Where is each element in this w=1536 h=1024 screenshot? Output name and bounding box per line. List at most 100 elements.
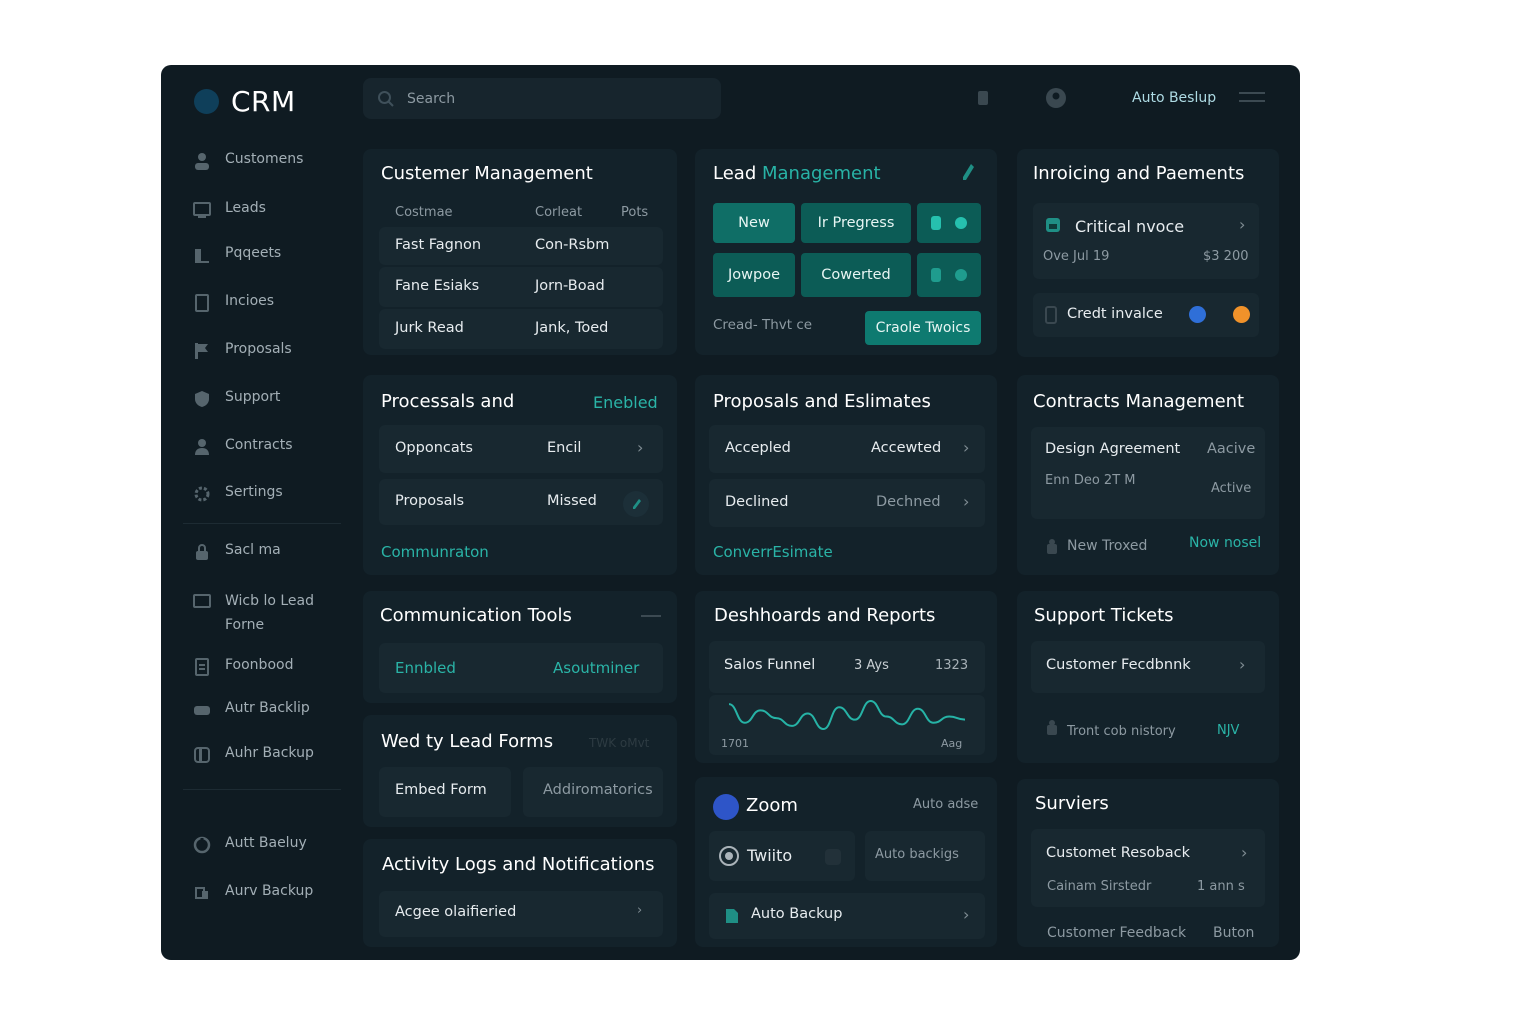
sidebar-item-auto-backup-3[interactable]: Autt Baeluy — [193, 835, 307, 854]
chevron-right-icon: › — [637, 903, 643, 918]
brand[interactable]: CRM — [194, 85, 296, 118]
card-title: Processals and — [381, 391, 515, 412]
survey-footer-button[interactable]: Buton — [1213, 925, 1254, 941]
search-input[interactable]: Search — [363, 78, 721, 119]
sidebar-item-auto-backup-2[interactable]: Auhr Backup — [193, 745, 314, 764]
ticket-history-label: Tront cob nistory — [1067, 724, 1176, 739]
invoice-item[interactable]: Credt invalce — [1033, 293, 1259, 337]
survey-title: Customet Resoback — [1046, 845, 1190, 861]
collapse-icon[interactable] — [641, 615, 661, 617]
edit-icon[interactable] — [961, 163, 975, 181]
x-tick-label: Aag — [941, 737, 963, 750]
item-label: Proposals — [395, 493, 465, 509]
lead-caption: Cread- Thvt ce — [713, 317, 813, 333]
cell: Fast Fagnon — [395, 237, 482, 253]
report-row[interactable]: Salos Funnel 3 Ays 1323 — [709, 641, 985, 693]
thumb-icon — [931, 268, 941, 282]
contract-footer-link[interactable]: Now nosel — [1189, 535, 1261, 551]
sidebar-item-leads[interactable]: Leads — [193, 200, 266, 219]
communication-link[interactable]: Communraton — [381, 543, 489, 561]
brand-name: CRM — [231, 85, 296, 118]
communication-card: Communication Tools Ennbled Asoutminer — [363, 591, 677, 703]
table-row[interactable]: Jurk Read Jank, Toed — [379, 309, 663, 349]
card-title: Wed ty Lead Forms — [381, 731, 554, 752]
sales-funnel-line — [728, 699, 966, 731]
sidebar-item-support[interactable]: Support — [193, 389, 280, 408]
create-invoice-button[interactable]: Craole Twoics — [865, 311, 981, 345]
refresh-icon — [193, 836, 211, 854]
table-row[interactable]: Fane Esiaks Jorn-Boad — [379, 267, 663, 307]
menu-icon[interactable] — [1239, 92, 1265, 108]
brand-logo-icon — [194, 89, 219, 114]
chevron-right-icon: › — [637, 438, 644, 457]
search-icon — [378, 90, 394, 107]
card-title-accent: Management — [761, 163, 881, 184]
contract-status: Aacive — [1207, 441, 1256, 457]
item-value: Encil — [547, 440, 582, 456]
sidebar: Customens Leads Pqqeets Incioes Proposal… — [183, 137, 341, 952]
card-title: Support Tickets — [1034, 605, 1174, 626]
list-item[interactable]: Opponcats Encil › — [379, 425, 663, 473]
sidebar-item-social[interactable]: Sacl ma — [193, 542, 281, 561]
globe-icon[interactable] — [1045, 87, 1067, 109]
auto-backup-link[interactable]: Auto Beslup — [1132, 90, 1216, 106]
contract-status: Active — [1211, 481, 1252, 496]
lock-icon — [193, 543, 211, 561]
ticket-item[interactable]: Customer Fecdbnnk › — [1031, 641, 1265, 693]
status-dot-orange — [1233, 306, 1250, 323]
shield-icon — [193, 390, 211, 408]
sidebar-item-projects[interactable]: Pqqeets — [193, 245, 281, 264]
sidebar-item-label: Autr Backlip — [225, 700, 310, 716]
sidebar-item-settings[interactable]: Sertings — [193, 484, 283, 503]
sidebar-item-web-lead-forms[interactable]: Wicb lo Lead Forne — [193, 589, 314, 637]
contract-item[interactable]: Design Agreement Aacive Enn Deo 2T M Act… — [1031, 427, 1265, 519]
edit-icon[interactable] — [623, 491, 649, 517]
report-period: 3 Ays — [854, 658, 889, 673]
card-title: Surviers — [1035, 793, 1109, 814]
cell: Jank, Toed — [535, 320, 609, 336]
list-item[interactable]: Ennbled Asoutminer — [379, 643, 663, 693]
sidebar-item-label: Contracts — [225, 437, 293, 453]
table-row[interactable]: Fast Fagnon Con-Rsbm — [379, 227, 663, 265]
status-new-button[interactable]: New — [713, 203, 795, 243]
sidebar-divider — [183, 789, 341, 790]
sidebar-item-contracts[interactable]: Contracts — [193, 437, 293, 456]
invoicing-card: Inroicing and Paements Critical nvoce › … — [1017, 149, 1279, 357]
status-dot-blue — [1189, 306, 1206, 323]
sidebar-item-customers[interactable]: Customens — [193, 151, 303, 170]
cell: Con-Rsbm — [535, 237, 610, 253]
auto-backup-setting[interactable]: Auto backigs — [865, 831, 985, 881]
status-actions[interactable] — [917, 253, 981, 297]
sidebar-item-feedback[interactable]: Foonbood — [193, 657, 293, 676]
invoice-item[interactable]: Critical nvoce › Ove Jul 19 $3 200 — [1033, 203, 1259, 279]
list-item[interactable]: Acgee olaifieried › — [379, 891, 663, 937]
status-in-progress-button[interactable]: Ir Pregress — [801, 203, 911, 243]
survey-item[interactable]: Customet Resoback › Cainam Sirstedr 1 an… — [1031, 829, 1265, 907]
status-converted-button[interactable]: Cowerted — [801, 253, 911, 297]
auto-backup-row[interactable]: Auto Backup › — [709, 893, 985, 939]
notification-icon[interactable] — [976, 89, 990, 107]
sidebar-item-invoices[interactable]: Incioes — [193, 293, 274, 312]
monitor-icon — [193, 201, 211, 219]
card-title: Deshhoards and Reports — [714, 605, 936, 626]
list-item[interactable]: Proposals Missed — [379, 479, 663, 525]
status-jowpoe-button[interactable]: Jowpoe — [713, 253, 795, 297]
convert-estimate-link[interactable]: ConverrEsimate — [713, 543, 833, 561]
sidebar-item-auto-backup-1[interactable]: Autr Backlip — [193, 700, 310, 719]
ticket-history-link[interactable]: NJV — [1217, 723, 1239, 738]
twitter-integration[interactable]: Twiito — [709, 831, 855, 881]
list-item[interactable]: Accepled Accewted › — [709, 425, 985, 473]
sidebar-item-auto-backup-4[interactable]: Aurv Backup — [193, 883, 313, 902]
column-header: Costmae — [395, 205, 453, 220]
status-actions[interactable] — [917, 203, 981, 243]
activity-logs-card: Activity Logs and Notifications Acgee ol… — [363, 839, 677, 947]
report-value: 1323 — [935, 658, 969, 673]
automation-button[interactable]: Addiromatorics — [523, 767, 663, 817]
sidebar-item-proposals[interactable]: Proposals — [193, 341, 292, 360]
list-item[interactable]: Declined Dechned › — [709, 479, 985, 527]
sidebar-item-label: Sacl ma — [225, 542, 281, 558]
zoom-status: Auto adse — [913, 797, 979, 812]
chevron-right-icon: › — [1241, 843, 1248, 862]
person-icon — [193, 438, 211, 456]
embed-form-button[interactable]: Embed Form — [379, 767, 511, 817]
